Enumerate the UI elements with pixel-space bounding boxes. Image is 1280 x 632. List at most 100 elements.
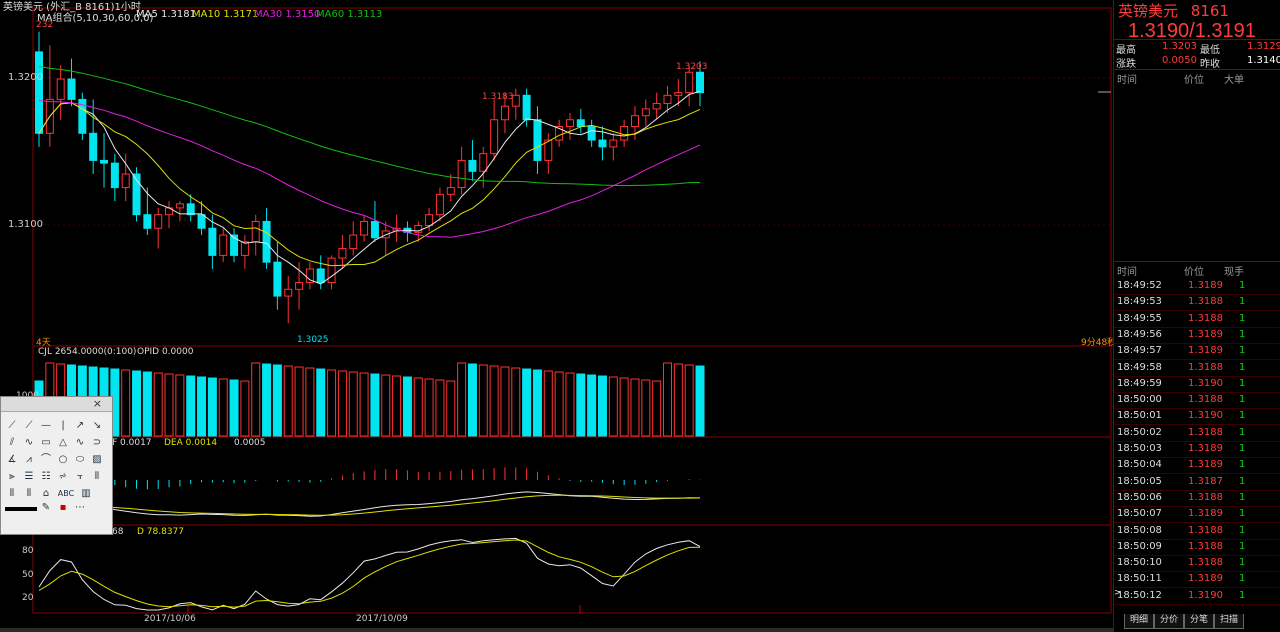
arrow-up-tool-icon[interactable]: ↗ — [73, 419, 87, 433]
ray-tool-icon[interactable]: ⟋ — [22, 419, 36, 433]
fibonacci-time-icon[interactable]: ⦀ — [22, 487, 36, 501]
cjl-label: CJL 2654.0000(0:100) — [38, 347, 137, 357]
triangle-icon[interactable]: △ — [56, 436, 70, 450]
tick-row[interactable]: 18:50:01 1.3190 1 — [1114, 408, 1279, 426]
change-value: 0.0050 — [1162, 55, 1197, 66]
bar-chart-tool-icon[interactable]: ▥ — [79, 487, 93, 501]
house-icon[interactable]: ⌂ — [39, 487, 53, 501]
candle-body — [446, 187, 455, 195]
volume-bar — [467, 363, 477, 437]
tick-price: 1.3190 — [1188, 589, 1223, 601]
kline-chart[interactable] — [0, 0, 1113, 632]
percentage-line-icon[interactable]: ⫟ — [73, 470, 87, 484]
main-panel-frame — [32, 7, 1112, 347]
tick-volume: 1 — [1239, 475, 1246, 487]
tick-row[interactable]: 18:50:07 1.3189 1 — [1114, 506, 1279, 524]
toolbox-titlebar[interactable]: × — [1, 397, 112, 412]
volume-bar — [641, 379, 651, 437]
text-tool-icon[interactable]: ABC — [56, 487, 76, 501]
tick-row[interactable]: 18:50:08 1.3188 1 — [1114, 523, 1279, 540]
tick-row[interactable]: 18:49:52 1.3189 1 — [1114, 278, 1279, 295]
line-tool-icon[interactable]: ⟋ — [5, 419, 19, 433]
prev-close-label: 昨收 — [1200, 59, 1220, 70]
parallel-line-icon[interactable]: ⫽ — [5, 436, 19, 450]
tick-row[interactable]: 18:50:03 1.3189 1 — [1114, 441, 1279, 458]
tick-row[interactable]: 18:50:00 1.3188 1 — [1114, 392, 1279, 410]
color-picker-icon[interactable]: ▪ — [56, 501, 70, 515]
volume-bar — [229, 379, 239, 437]
candle-body — [500, 105, 509, 121]
tab-ticks[interactable]: 分笔 — [1184, 614, 1214, 629]
candle-body — [295, 282, 304, 290]
candle-body — [565, 119, 574, 128]
close-icon[interactable]: × — [93, 397, 102, 410]
volume-bar — [218, 378, 228, 437]
tick-row[interactable]: 18:49:56 1.3189 1 — [1114, 327, 1279, 344]
arc-icon[interactable]: ⊃ — [90, 436, 104, 450]
ticks-time-header: 时间 — [1117, 267, 1137, 278]
tab-price-distribution[interactable]: 分价 — [1154, 614, 1184, 629]
time-zone-icon[interactable]: ⦀ — [90, 470, 104, 484]
angle-icon[interactable]: ∡ — [5, 453, 19, 467]
cycle-icon[interactable]: ⩘ — [22, 453, 36, 467]
volume-bar — [132, 370, 142, 437]
gann-fan-icon[interactable]: ▨ — [90, 453, 104, 467]
tab-detail[interactable]: 明细 — [1124, 614, 1154, 629]
candle-body — [457, 159, 466, 189]
tick-row[interactable]: 18:49:58 1.3188 1 — [1114, 360, 1279, 377]
line-style-sample[interactable] — [5, 507, 37, 511]
price-tick-1: 1.3200 — [8, 72, 43, 83]
orders-time-header: 时间 — [1117, 75, 1137, 86]
horizontal-line-icon[interactable]: — — [39, 419, 53, 433]
tick-row[interactable]: 18:50:04 1.3189 1 — [1114, 457, 1279, 475]
fibonacci-retracement-icon[interactable]: ☰ — [22, 470, 36, 484]
volume-bar — [381, 374, 391, 437]
tick-price: 1.3188 — [1188, 312, 1223, 324]
speed-line-icon[interactable]: ⩫ — [56, 470, 70, 484]
tick-row[interactable]: 18:50:11 1.3189 1 — [1114, 571, 1279, 589]
polyline-icon[interactable]: ∿ — [22, 436, 36, 450]
rectangle-icon[interactable]: ▭ — [39, 436, 53, 450]
tick-time: 18:50:11 — [1117, 573, 1162, 585]
symbol-name: 英镑美元 — [1118, 2, 1179, 20]
tick-volume: 1 — [1239, 459, 1246, 471]
candle-body — [674, 92, 683, 96]
ellipse-icon[interactable]: ⬭ — [73, 453, 87, 467]
fibonacci-fan-icon[interactable]: ⫸ — [5, 470, 19, 484]
volume-bar — [175, 374, 185, 437]
arc-curve-icon[interactable]: ⌒ — [39, 453, 53, 467]
tick-row[interactable]: 18:50:06 1.3188 1 — [1114, 490, 1279, 507]
tick-row[interactable]: 18:50:05 1.3187 1 — [1114, 474, 1279, 491]
wave-icon[interactable]: ∿ — [73, 436, 87, 450]
candle-body — [360, 220, 369, 236]
volume-bar — [424, 378, 434, 437]
tick-row[interactable]: 18:50:10 1.3188 1 — [1114, 555, 1279, 573]
price-tick-2: 1.3100 — [8, 219, 43, 230]
tick-row[interactable]: 18:50:02 1.3188 1 — [1114, 425, 1279, 442]
channel-icon[interactable]: ☷ — [39, 470, 53, 484]
tick-row[interactable]: 18:49:59 1.3190 1 — [1114, 376, 1279, 393]
tick-row[interactable]: 18:49:53 1.3188 1 — [1114, 294, 1279, 312]
vertical-line-icon[interactable]: | — [56, 419, 70, 433]
arrow-down-tool-icon[interactable]: ↘ — [90, 419, 104, 433]
eraser-icon[interactable]: ✎ — [39, 501, 53, 515]
more-icon[interactable]: ⋯ — [73, 501, 87, 515]
low-value: 1.3129 — [1247, 41, 1280, 52]
tick-row[interactable]: 18:49:55 1.3188 1 — [1114, 311, 1279, 328]
drawing-toolbox[interactable]: × ⟋ ⟋ — | ↗ ↘ ⫽ ∿ ▭ △ ∿ ⊃ ∡ ⩘ ⌒ ○ ⬭ ▨ ⫸ … — [0, 396, 113, 535]
change-label: 涨跌 — [1116, 59, 1136, 70]
candle-body — [338, 248, 347, 259]
tick-row[interactable]: 18:50:09 1.3188 1 — [1114, 539, 1279, 556]
tick-volume: 1 — [1239, 540, 1246, 552]
period-lines-icon[interactable]: ⦀ — [5, 487, 19, 501]
candle-body — [609, 139, 618, 148]
candle-body — [576, 119, 585, 128]
tick-row[interactable]: 18:49:57 1.3189 1 — [1114, 343, 1279, 361]
tick-time: 18:50:03 — [1117, 443, 1162, 454]
high-value: 1.3203 — [1162, 41, 1197, 52]
circle-icon[interactable]: ○ — [56, 453, 70, 467]
tick-row[interactable]: 18:50:12 1.3190 1 — [1114, 588, 1279, 605]
horizontal-scrollbar[interactable] — [0, 628, 1113, 632]
tab-scan[interactable]: 扫描 — [1214, 614, 1244, 629]
tick-time: 18:49:55 — [1117, 312, 1162, 324]
